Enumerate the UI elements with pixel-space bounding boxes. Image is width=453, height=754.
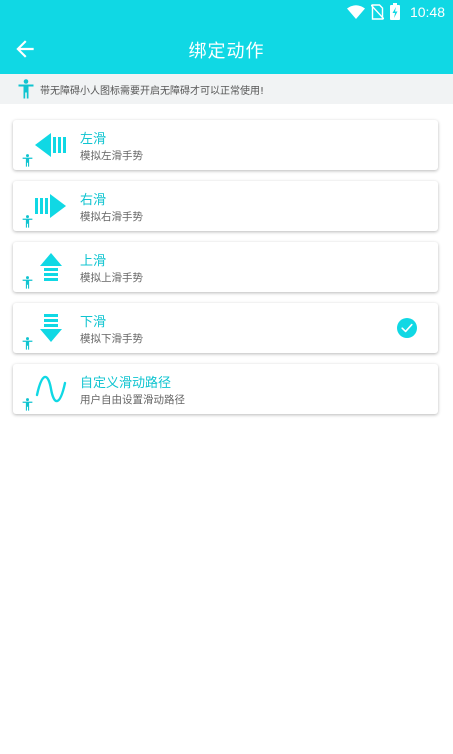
action-subtitle: 模拟下滑手势 [80, 333, 143, 345]
notice-text: 带无障碍小人图标需要开启无障碍才可以正常使用! [40, 85, 265, 97]
accessibility-notice: 带无障碍小人图标需要开启无障碍才可以正常使用! [0, 74, 453, 104]
app-bar: 绑定动作 [0, 24, 453, 74]
wifi-icon [346, 4, 365, 19]
action-item-swipe-right[interactable]: 右滑 模拟右滑手势 [13, 181, 438, 231]
action-title: 下滑 [80, 315, 107, 330]
action-title: 上滑 [80, 254, 107, 269]
action-subtitle: 模拟上滑手势 [80, 272, 143, 284]
action-subtitle: 用户自由设置滑动路径 [80, 394, 185, 406]
battery-charging-icon [389, 3, 400, 20]
swipe-right-icon [35, 194, 66, 218]
action-title: 右滑 [80, 193, 107, 208]
action-item-swipe-left[interactable]: 左滑 模拟左滑手势 [13, 120, 438, 170]
accessibility-person-icon [22, 215, 33, 228]
accessibility-person-icon [22, 154, 33, 167]
accessibility-person-icon [22, 337, 33, 350]
action-subtitle: 模拟右滑手势 [80, 211, 143, 223]
custom-path-icon [35, 375, 67, 403]
check-circle-icon [397, 318, 417, 338]
action-item-swipe-down[interactable]: 下滑 模拟下滑手势 [13, 303, 438, 353]
accessibility-person-icon [22, 276, 33, 289]
accessibility-person-icon [22, 398, 33, 411]
action-item-swipe-up[interactable]: 上滑 模拟上滑手势 [13, 242, 438, 292]
action-list: 左滑 模拟左滑手势 右滑 模拟右滑手势 上滑 模拟上滑手势 下滑 模拟下滑手势 … [13, 120, 440, 425]
status-bar: 10:48 [0, 0, 453, 24]
swipe-up-icon [40, 253, 62, 281]
swipe-down-icon [40, 314, 62, 342]
accessibility-person-icon [18, 79, 34, 99]
no-sim-icon [370, 3, 384, 20]
status-time: 10:48 [409, 3, 445, 20]
page-title: 绑定动作 [188, 41, 265, 62]
action-title: 自定义滑动路径 [80, 376, 172, 391]
action-item-custom-path[interactable]: 自定义滑动路径 用户自由设置滑动路径 [13, 364, 438, 414]
action-subtitle: 模拟左滑手势 [80, 150, 143, 162]
swipe-left-icon [35, 133, 66, 157]
action-title: 左滑 [80, 132, 107, 147]
